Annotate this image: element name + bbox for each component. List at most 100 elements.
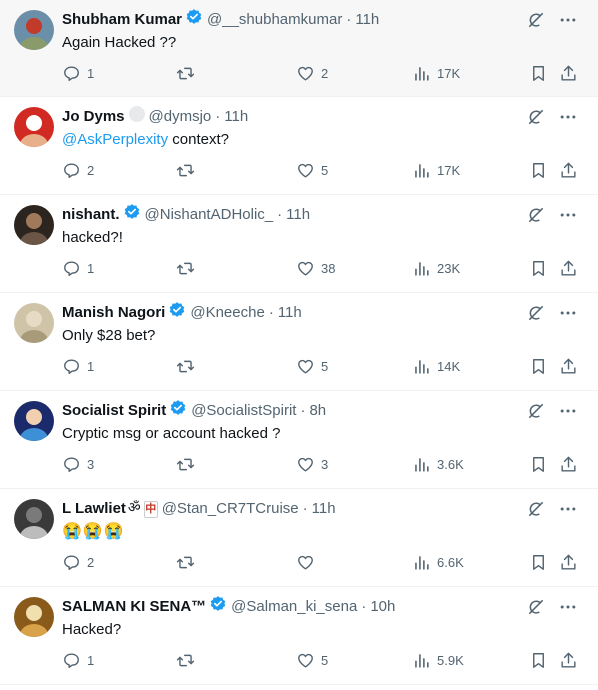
grok-icon[interactable] <box>526 107 546 132</box>
reply-button[interactable]: 2 <box>62 161 94 180</box>
like-button[interactable]: 2 <box>296 64 328 83</box>
views-count: 3.6K <box>437 457 464 472</box>
more-icon[interactable] <box>558 597 578 622</box>
tweet[interactable]: L Lawliet ॐ中 @Stan_CR7TCruise · 11h 😭😭😭 … <box>0 489 598 587</box>
more-icon[interactable] <box>558 303 578 328</box>
more-icon[interactable] <box>558 10 578 35</box>
grok-icon[interactable] <box>526 205 546 230</box>
author-name[interactable]: Jo Dyms <box>62 108 125 125</box>
tweet-top-actions <box>526 205 578 230</box>
retweet-button[interactable] <box>176 161 201 180</box>
views-button[interactable]: 17K <box>412 161 460 180</box>
retweet-button[interactable] <box>176 259 201 278</box>
author-name[interactable]: Shubham Kumar <box>62 11 182 28</box>
share-button[interactable] <box>559 357 578 376</box>
like-button[interactable]: 5 <box>296 161 328 180</box>
avatar[interactable] <box>14 499 54 539</box>
retweet-button[interactable] <box>176 553 201 572</box>
grok-icon[interactable] <box>526 303 546 328</box>
avatar[interactable] <box>14 107 54 147</box>
bookmark-button[interactable] <box>529 161 548 180</box>
bookmark-button[interactable] <box>529 651 548 670</box>
reply-button[interactable]: 1 <box>62 651 94 670</box>
tweet[interactable]: Socialist Spirit @SocialistSpirit · 8h C… <box>0 391 598 489</box>
tweet[interactable]: Shubham Kumar @__shubhamkumar · 11h Agai… <box>0 0 598 97</box>
separator-dot: · <box>302 499 308 517</box>
more-icon[interactable] <box>558 499 578 524</box>
tweet[interactable]: SALMAN KI SENA™ @Salman_ki_sena · 10h Ha… <box>0 587 598 685</box>
views-button[interactable]: 23K <box>412 259 460 278</box>
timestamp[interactable]: 8h <box>309 402 326 419</box>
tweet[interactable]: nishant. @NishantADHolic_ · 11h hacked?!… <box>0 195 598 293</box>
author-handle[interactable]: @Kneeche <box>190 304 264 321</box>
timestamp[interactable]: 11h <box>224 108 248 125</box>
author-name[interactable]: SALMAN KI SENA™ <box>62 598 206 615</box>
bookmark-icon <box>533 555 544 570</box>
timestamp[interactable]: 11h <box>312 500 336 517</box>
bookmark-button[interactable] <box>529 357 548 376</box>
views-button[interactable]: 5.9K <box>412 651 464 670</box>
share-button[interactable] <box>559 259 578 278</box>
tweet[interactable]: Manish Nagori @Kneeche · 11h Only $28 be… <box>0 293 598 391</box>
retweet-button[interactable] <box>176 651 201 670</box>
share-button[interactable] <box>559 64 578 83</box>
grok-icon[interactable] <box>526 401 546 426</box>
mention-link[interactable]: @AskPerplexity <box>62 131 168 148</box>
views-button[interactable]: 14K <box>412 357 460 376</box>
more-icon[interactable] <box>558 205 578 230</box>
like-button[interactable] <box>296 553 321 572</box>
author-handle[interactable]: @NishantADHolic_ <box>145 206 274 223</box>
views-button[interactable]: 6.6K <box>412 553 464 572</box>
reply-count: 1 <box>87 359 95 374</box>
views-button[interactable]: 3.6K <box>412 455 464 474</box>
author-handle[interactable]: @SocialistSpirit <box>191 402 296 419</box>
bookmark-button[interactable] <box>529 64 548 83</box>
timestamp[interactable]: 11h <box>278 304 302 321</box>
share-button[interactable] <box>559 553 578 572</box>
author-handle[interactable]: @Stan_CR7TCruise <box>162 500 299 517</box>
share-button[interactable] <box>559 651 578 670</box>
like-button[interactable]: 3 <box>296 455 328 474</box>
author-name[interactable]: nishant. <box>62 206 120 223</box>
avatar[interactable] <box>14 205 54 245</box>
share-icon <box>561 652 576 668</box>
like-button[interactable]: 38 <box>296 259 335 278</box>
retweet-button[interactable] <box>176 455 201 474</box>
grok-icon[interactable] <box>526 499 546 524</box>
avatar[interactable] <box>14 401 54 441</box>
reply-button[interactable]: 1 <box>62 64 94 83</box>
tweet[interactable]: Jo Dyms @dymsjo · 11h @AskPerplexity con… <box>0 97 598 195</box>
share-button[interactable] <box>559 455 578 474</box>
timestamp[interactable]: 11h <box>286 206 310 223</box>
avatar[interactable] <box>14 10 54 50</box>
tweet-top-actions <box>526 597 578 622</box>
share-button[interactable] <box>559 161 578 180</box>
bookmark-button[interactable] <box>529 259 548 278</box>
author-name[interactable]: Manish Nagori <box>62 304 165 321</box>
more-icon[interactable] <box>558 401 578 426</box>
reply-button[interactable]: 1 <box>62 357 94 376</box>
bookmark-icon <box>533 653 544 668</box>
author-name[interactable]: Socialist Spirit <box>62 402 166 419</box>
avatar[interactable] <box>14 303 54 343</box>
author-handle[interactable]: @__shubhamkumar <box>207 11 342 28</box>
author-handle[interactable]: @Salman_ki_sena <box>231 598 357 615</box>
bookmark-button[interactable] <box>529 553 548 572</box>
author-name[interactable]: L Lawliet <box>62 500 126 517</box>
retweet-button[interactable] <box>176 357 201 376</box>
like-button[interactable]: 5 <box>296 651 328 670</box>
more-icon[interactable] <box>558 107 578 132</box>
bookmark-button[interactable] <box>529 455 548 474</box>
retweet-button[interactable] <box>176 64 201 83</box>
reply-button[interactable]: 3 <box>62 455 94 474</box>
timestamp[interactable]: 10h <box>370 598 395 615</box>
like-button[interactable]: 5 <box>296 357 328 376</box>
reply-button[interactable]: 1 <box>62 259 94 278</box>
avatar[interactable] <box>14 597 54 637</box>
grok-icon[interactable] <box>526 10 546 35</box>
timestamp[interactable]: 11h <box>355 11 379 28</box>
reply-button[interactable]: 2 <box>62 553 94 572</box>
author-handle[interactable]: @dymsjo <box>149 108 212 125</box>
grok-icon[interactable] <box>526 597 546 622</box>
views-button[interactable]: 17K <box>412 64 460 83</box>
